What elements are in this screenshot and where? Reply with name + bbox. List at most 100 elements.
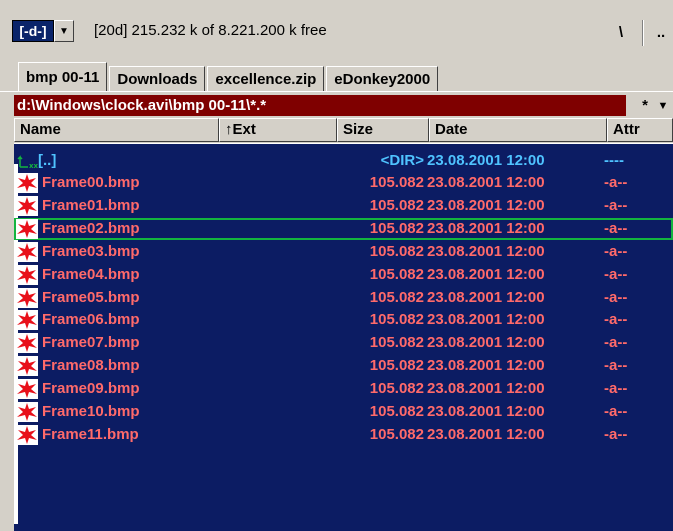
drive-label[interactable]: [-d-]: [12, 20, 54, 42]
file-date: 23.08.2001 12:00: [427, 403, 545, 420]
file-row[interactable]: Frame03.bmp 105.082 23.08.2001 12:00 -a--: [14, 241, 673, 263]
file-name: Frame11.bmp: [42, 425, 139, 443]
file-date: 23.08.2001 12:00: [427, 334, 545, 352]
file-size: 105.082: [369, 265, 424, 283]
file-date: 23.08.2001 12:00: [427, 196, 545, 214]
file-attr: -a--: [604, 219, 628, 237]
file-row[interactable]: Frame05.bmp 105.082 23.08.2001 12:00 -a--: [14, 287, 673, 309]
bitmap-file-icon: [16, 310, 38, 331]
tab-downloads[interactable]: Downloads: [109, 66, 206, 92]
bitmap-file-icon: [16, 379, 38, 400]
file-date: 23.08.2001 12:00: [427, 425, 545, 443]
file-attr: -a--: [604, 380, 628, 398]
file-size: 105.082: [369, 219, 424, 237]
file-size: 105.082: [369, 174, 424, 191]
file-name: Frame04.bmp: [42, 265, 140, 283]
tab-excellence-zip[interactable]: excellence.zip: [207, 66, 325, 92]
file-attr: -a--: [604, 242, 628, 260]
column-size[interactable]: Size: [337, 118, 429, 142]
column-header: Name ↑Ext Size Date Attr: [14, 118, 673, 142]
file-row[interactable]: Frame09.bmp 105.082 23.08.2001 12:00 -a--: [14, 378, 673, 400]
file-size: 105.082: [369, 288, 424, 306]
tab-edonkey2000[interactable]: eDonkey2000: [326, 66, 439, 92]
file-name: Frame10.bmp: [42, 403, 140, 420]
file-name: Frame06.bmp: [42, 311, 140, 329]
file-name: Frame00.bmp: [42, 174, 140, 191]
file-size: 105.082: [369, 196, 424, 214]
bitmap-file-icon: [16, 218, 38, 239]
parent-dir-row[interactable]: xx [..] <DIR> 23.08.2001 12:00 ----: [14, 150, 673, 172]
root-dir-button[interactable]: \: [606, 16, 636, 48]
bitmap-file-icon: [16, 173, 38, 193]
file-date: 23.08.2001 12:00: [427, 311, 545, 329]
file-attr: -a--: [604, 425, 628, 443]
file-date: 23.08.2001 12:00: [427, 380, 545, 398]
file-row[interactable]: Frame00.bmp 105.082 23.08.2001 12:00 -a--: [14, 172, 673, 194]
file-name: Frame07.bmp: [42, 334, 140, 352]
bitmap-file-icon: [16, 333, 38, 354]
file-attr: -a--: [604, 311, 628, 329]
file-attr: -a--: [604, 196, 628, 214]
tab-bmp-00-11[interactable]: bmp 00-11: [18, 62, 108, 92]
file-attr: -a--: [604, 174, 628, 191]
file-attr: ----: [604, 152, 624, 169]
file-date: 23.08.2001 12:00: [427, 288, 545, 306]
column-ext[interactable]: ↑Ext: [219, 118, 337, 142]
parent-dir-button[interactable]: ..: [646, 16, 673, 48]
file-attr: -a--: [604, 265, 628, 283]
bitmap-file-icon: [16, 264, 38, 285]
file-date: 23.08.2001 12:00: [427, 357, 545, 375]
file-row[interactable]: Frame01.bmp 105.082 23.08.2001 12:00 -a--: [14, 195, 673, 217]
file-row[interactable]: Frame10.bmp 105.082 23.08.2001 12:00 -a--: [14, 401, 673, 423]
file-name: Frame02.bmp: [42, 219, 140, 237]
file-list[interactable]: xx [..] <DIR> 23.08.2001 12:00 ---- Fram…: [14, 143, 673, 531]
drive-bar: [-d-] ▼ [20d] 215.232 k of 8.221.200 k f…: [0, 0, 673, 58]
file-name: Frame01.bmp: [42, 196, 140, 214]
file-date: 23.08.2001 12:00: [427, 242, 545, 260]
file-attr: -a--: [604, 334, 628, 352]
folder-tabs: bmp 00-11 Downloads excellence.zip eDonk…: [18, 62, 440, 92]
file-size: <DIR>: [380, 152, 424, 169]
svg-text:xx: xx: [29, 162, 38, 170]
drive-selector[interactable]: [-d-] ▼: [12, 20, 74, 42]
bitmap-file-icon: [16, 287, 38, 308]
file-row[interactable]: Frame06.bmp 105.082 23.08.2001 12:00 -a--: [14, 309, 673, 331]
file-row[interactable]: Frame02.bmp 105.082 23.08.2001 12:00 -a--: [14, 217, 673, 240]
file-attr: -a--: [604, 403, 628, 420]
file-attr: -a--: [604, 288, 628, 306]
bitmap-file-icon: [16, 241, 38, 262]
file-size: 105.082: [369, 380, 424, 398]
tab-divider: [0, 91, 673, 92]
file-name: Frame03.bmp: [42, 242, 140, 260]
history-dropdown-button[interactable]: ▼: [650, 95, 673, 116]
file-name: Frame09.bmp: [42, 380, 140, 398]
file-size: 105.082: [369, 242, 424, 260]
file-name: Frame05.bmp: [42, 288, 140, 306]
file-row[interactable]: Frame08.bmp 105.082 23.08.2001 12:00 -a--: [14, 355, 673, 377]
bitmap-file-icon: [16, 402, 38, 422]
file-date: 23.08.2001 12:00: [427, 152, 545, 169]
file-date: 23.08.2001 12:00: [427, 219, 545, 237]
bitmap-file-icon: [16, 424, 38, 445]
up-folder-icon: xx: [16, 151, 39, 171]
file-name: Frame08.bmp: [42, 357, 140, 375]
file-row[interactable]: Frame04.bmp 105.082 23.08.2001 12:00 -a--: [14, 264, 673, 286]
file-size: 105.082: [369, 334, 424, 352]
toolbar-divider: [642, 20, 644, 46]
file-name: [..]: [38, 152, 57, 169]
file-size: 105.082: [369, 425, 424, 443]
file-row[interactable]: Frame11.bmp 105.082 23.08.2001 12:00 -a--: [14, 424, 673, 446]
chevron-down-icon[interactable]: ▼: [54, 20, 74, 42]
file-size: 105.082: [369, 403, 424, 420]
bitmap-file-icon: [16, 356, 38, 377]
file-attr: -a--: [604, 357, 628, 375]
bitmap-file-icon: [16, 195, 38, 216]
file-size: 105.082: [369, 357, 424, 375]
column-attr[interactable]: Attr: [607, 118, 673, 142]
file-date: 23.08.2001 12:00: [427, 265, 545, 283]
file-row[interactable]: Frame07.bmp 105.082 23.08.2001 12:00 -a--: [14, 332, 673, 354]
column-date[interactable]: Date: [429, 118, 607, 142]
column-name[interactable]: Name: [14, 118, 219, 142]
free-space-text: [20d] 215.232 k of 8.221.200 k free: [94, 22, 327, 39]
current-path[interactable]: d:\Windows\clock.avi\bmp 00-11\*.*: [14, 95, 626, 116]
